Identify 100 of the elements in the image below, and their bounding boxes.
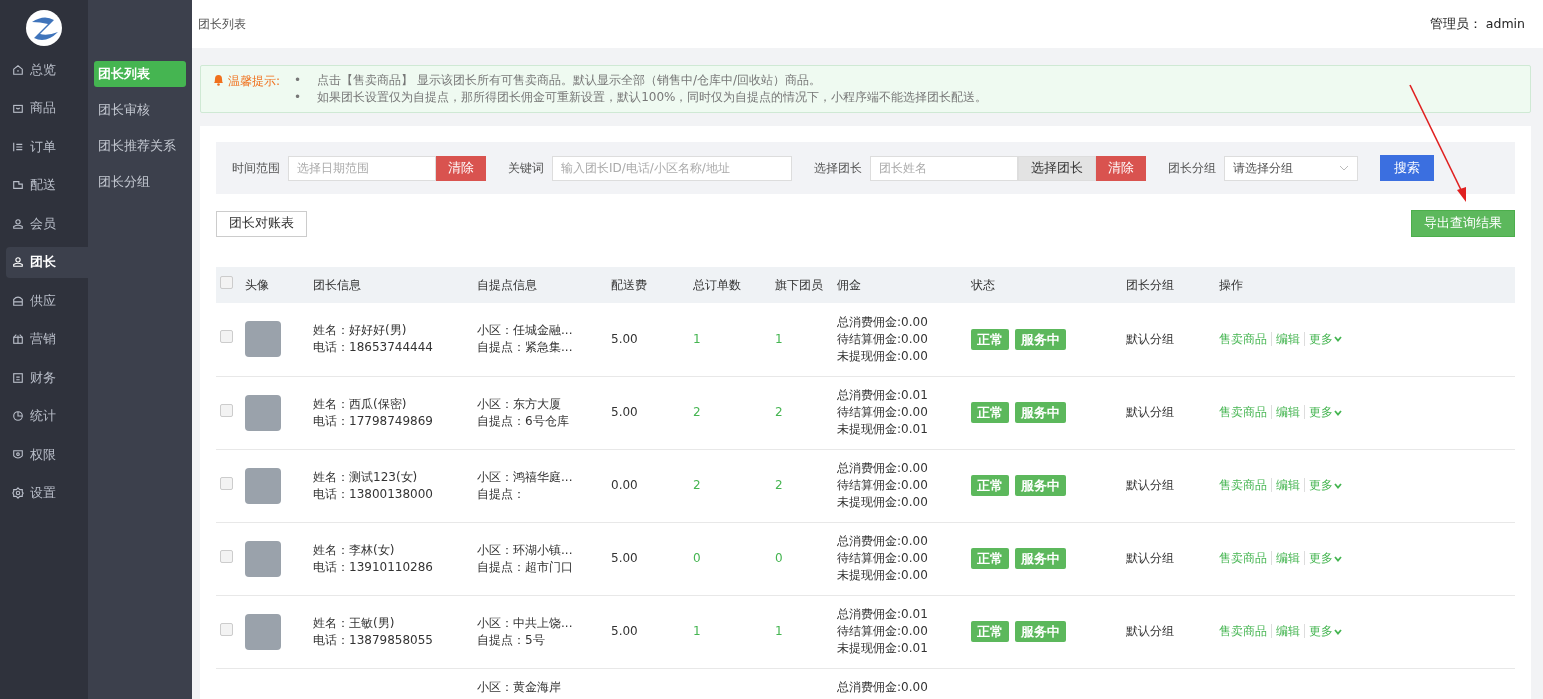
member-count: 1 xyxy=(775,624,783,638)
submenu-item[interactable]: 团长分组 xyxy=(94,169,186,195)
avatar-placeholder xyxy=(245,540,281,577)
pie-chart-icon xyxy=(12,410,24,422)
checkbox[interactable] xyxy=(220,276,233,289)
member-count: 2 xyxy=(775,478,783,492)
nav-item[interactable]: 订单 xyxy=(6,131,88,162)
input-field[interactable]: 输入团长ID/电话/小区名称/地址 xyxy=(552,155,792,181)
user-icon xyxy=(12,256,24,268)
checkbox[interactable] xyxy=(220,476,233,490)
submenu-item[interactable]: 团长审核 xyxy=(94,97,186,123)
action-link[interactable]: 售卖商品 xyxy=(1219,405,1271,419)
nav-item[interactable]: 财务 xyxy=(6,362,88,393)
action-link[interactable]: 更多 xyxy=(1304,405,1346,419)
nav-item[interactable]: 营销 xyxy=(6,323,88,355)
chevron-down-icon xyxy=(1334,409,1342,416)
pickup-info: 自提点：5号 xyxy=(477,632,545,647)
action-link[interactable]: 编辑 xyxy=(1271,405,1304,419)
checkbox[interactable] xyxy=(220,403,233,417)
nav-item[interactable]: 权限 xyxy=(6,439,88,470)
statement-button[interactable]: 团长对账表 xyxy=(216,210,307,237)
commission-text: 未提现佣金:0.00 xyxy=(837,348,928,363)
logo-icon xyxy=(26,10,62,46)
action-link[interactable]: 售卖商品 xyxy=(1219,478,1271,492)
checkbox[interactable] xyxy=(220,549,233,563)
column-header: 团长信息 xyxy=(313,278,361,292)
search-button[interactable]: 搜索 xyxy=(1380,155,1434,181)
nav-item[interactable]: 团长 xyxy=(6,246,88,278)
nav-item[interactable]: 商品 xyxy=(6,92,88,124)
group-name: 默认分组 xyxy=(1126,405,1174,419)
checkbox[interactable] xyxy=(220,330,233,344)
nav-item[interactable]: 供应 xyxy=(6,285,88,316)
breadcrumb: 团长列表 xyxy=(198,16,246,33)
truck-icon xyxy=(12,179,24,191)
leader-info: 电话：18653744444 xyxy=(313,340,433,355)
order-count: 0 xyxy=(693,551,701,565)
commission-text: 总消费佣金:0.00 xyxy=(837,679,928,694)
clear-button[interactable]: 清除 xyxy=(436,155,486,181)
submenu-item[interactable]: 团长列表 xyxy=(94,61,186,87)
ledger-icon xyxy=(12,371,24,384)
column-header: 佣金 xyxy=(837,278,861,292)
chevron-down-icon xyxy=(1334,555,1342,562)
commission-text: 待结算佣金:0.00 xyxy=(837,405,928,419)
commission-text: 总消费佣金:0.01 xyxy=(837,607,928,621)
input-field[interactable]: 团长姓名 xyxy=(870,155,1018,181)
select-leader-button[interactable]: 选择团长 xyxy=(1018,155,1096,181)
leader-info: 姓名：西瓜(保密) xyxy=(313,396,407,411)
action-link[interactable]: 编辑 xyxy=(1271,478,1304,492)
group-name: 默认分组 xyxy=(1126,551,1174,565)
pickup-info: 小区：东方大厦 xyxy=(477,396,561,411)
action-link[interactable]: 更多 xyxy=(1304,478,1346,492)
commission-text: 待结算佣金:0.00 xyxy=(837,624,928,638)
bag-icon xyxy=(12,102,24,114)
submenu-item[interactable]: 团长推荐关系 xyxy=(94,133,186,159)
nav-item[interactable]: 总览 xyxy=(6,54,88,85)
status-tag: 服务中 xyxy=(1015,475,1066,496)
action-link[interactable]: 售卖商品 xyxy=(1219,624,1271,638)
input-field[interactable]: 选择日期范围 xyxy=(288,155,436,181)
home-icon xyxy=(12,63,24,76)
member-count: 0 xyxy=(775,551,783,565)
status-tag: 正常 xyxy=(971,328,1009,350)
bullet-mark: • xyxy=(294,72,302,89)
chevron-down-icon xyxy=(1334,628,1342,635)
select-placeholder: 请选择分组 xyxy=(1233,160,1293,177)
commission-text: 未提现佣金:0.00 xyxy=(837,568,928,582)
select-field[interactable]: 请选择分组 xyxy=(1224,155,1358,181)
bullet-mark: • xyxy=(294,89,302,106)
commission-text: 总消费佣金:0.00 xyxy=(837,461,928,475)
action-link[interactable]: 编辑 xyxy=(1271,551,1304,565)
action-link[interactable]: 更多 xyxy=(1304,624,1346,638)
commission-text: 总消费佣金:0.00 xyxy=(837,314,928,329)
pickup-info: 自提点：超市门口 xyxy=(477,559,573,574)
commission-text: 待结算佣金:0.00 xyxy=(837,331,928,346)
notice-text: 点击【售卖商品】 显示该团长所有可售卖商品。默认显示全部（销售中/仓库中/回收站）商品。 xyxy=(317,72,822,89)
pickup-info: 自提点：紧急集... xyxy=(477,340,573,355)
column-header: 旗下团员 xyxy=(775,278,823,292)
filter-label: 时间范围 xyxy=(232,160,280,177)
status-tag: 正常 xyxy=(971,621,1009,642)
nav-item[interactable]: 设置 xyxy=(6,477,88,509)
checkbox[interactable] xyxy=(220,622,233,636)
commission-text: 未提现佣金:0.00 xyxy=(837,495,928,509)
nav-item[interactable]: 配送 xyxy=(6,169,88,201)
member-count: 1 xyxy=(775,331,783,346)
pickup-info: 自提点：6号仓库 xyxy=(477,413,569,428)
clear-button[interactable]: 清除 xyxy=(1096,155,1146,181)
export-button[interactable]: 导出查询结果 xyxy=(1411,210,1515,237)
leader-info: 姓名：王敏(男) xyxy=(313,615,395,630)
avatar-placeholder xyxy=(245,613,281,650)
delivery-fee: 5.00 xyxy=(611,405,638,419)
avatar-placeholder xyxy=(245,467,281,504)
pickup-info: 小区：环湖小镇... xyxy=(477,542,573,557)
action-link[interactable]: 更多 xyxy=(1304,331,1346,346)
action-link[interactable]: 更多 xyxy=(1304,551,1346,565)
action-link[interactable]: 编辑 xyxy=(1271,624,1304,638)
order-count: 2 xyxy=(693,478,701,492)
nav-item[interactable]: 会员 xyxy=(6,208,88,239)
nav-item[interactable]: 统计 xyxy=(6,400,88,432)
action-link[interactable]: 售卖商品 xyxy=(1219,331,1271,346)
action-link[interactable]: 售卖商品 xyxy=(1219,551,1271,565)
action-link[interactable]: 编辑 xyxy=(1271,331,1304,346)
